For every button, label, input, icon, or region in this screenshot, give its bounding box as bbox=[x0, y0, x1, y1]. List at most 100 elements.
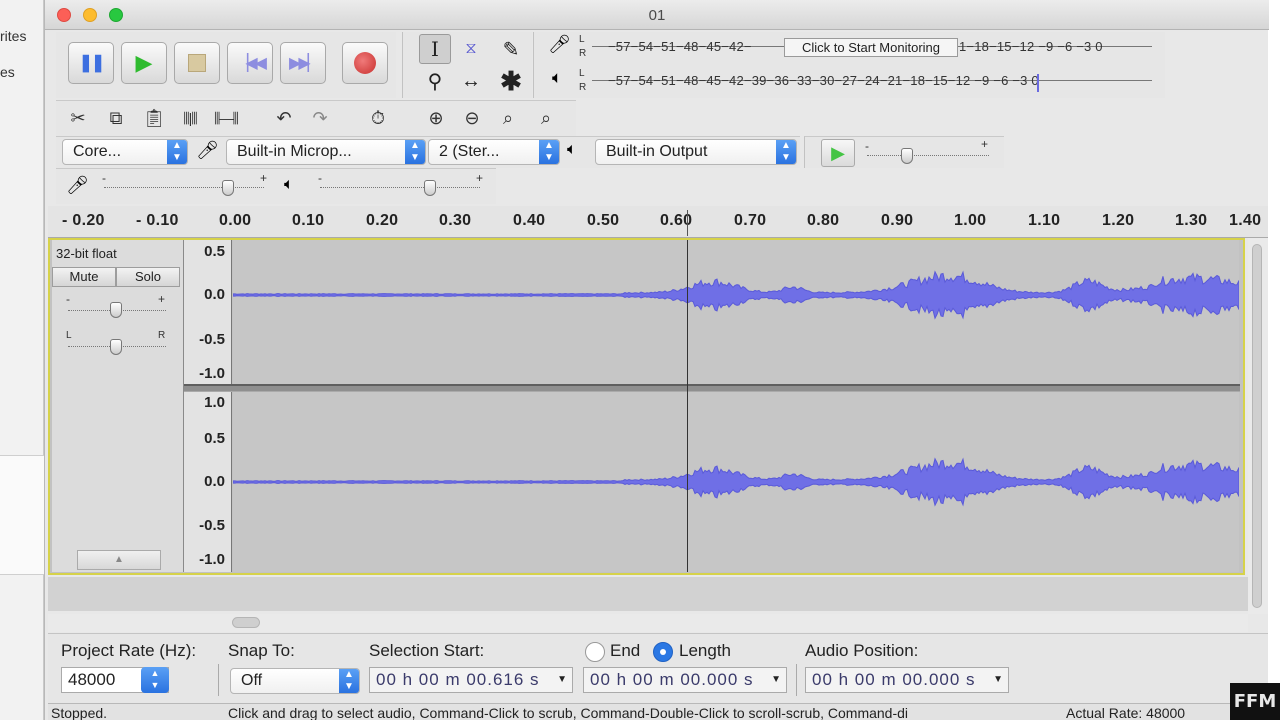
channel-2-scale[interactable]: 1.0 0.5 0.0 -0.5 -1.0 bbox=[184, 392, 232, 572]
ruler-tick: 0.70 bbox=[734, 212, 767, 229]
audio-host-select[interactable]: Core... ▲ ▼ bbox=[62, 139, 188, 165]
playback-device-select[interactable]: Built-in Output ▲ ▼ bbox=[595, 139, 797, 165]
playback-device-value: Built-in Output bbox=[606, 143, 708, 160]
snap-to-label: Snap To: bbox=[228, 641, 295, 660]
recording-device-select[interactable]: Built-in Microp... ▲ ▼ bbox=[226, 139, 426, 165]
silence-button[interactable]: ⫼—⫼ bbox=[210, 103, 242, 133]
copy-button[interactable]: ⧉ bbox=[100, 103, 132, 133]
scissors-icon: ✂ bbox=[70, 107, 86, 128]
snap-to-select[interactable]: Off ▲ ▼ bbox=[230, 668, 360, 694]
stop-icon bbox=[188, 54, 206, 72]
recording-device-value: Built-in Microp... bbox=[237, 143, 352, 160]
fit-project-icon: ⌕ bbox=[540, 107, 552, 128]
pan-left-label: L bbox=[66, 330, 72, 341]
undo-icon: ↶ bbox=[276, 107, 292, 128]
slider-min-label: - bbox=[865, 139, 869, 153]
solo-button[interactable]: Solo bbox=[116, 267, 180, 287]
channel-1-scale[interactable]: 0.5 0.0 -0.5 -1.0 bbox=[184, 240, 232, 384]
screen: rites es 01 ❚❚ ▶ ▕◀◀ ▶▶▏ I ⧖ ✎ ⚲ ↔ ✱ 🎤︎ … bbox=[0, 0, 1280, 720]
chevron-updown-icon: ▲ ▼ bbox=[339, 669, 359, 693]
trim-button[interactable]: ⫼|⫼ bbox=[174, 103, 206, 133]
empty-track-area[interactable] bbox=[48, 577, 1248, 611]
speaker-icon: 🔈︎ bbox=[567, 141, 577, 158]
timer-icon: ⏱︎ bbox=[370, 107, 386, 128]
skip-to-start-button[interactable]: ▕◀◀ bbox=[227, 42, 273, 84]
play-at-speed-button[interactable]: ▶ bbox=[821, 139, 855, 167]
speed-slider-thumb[interactable] bbox=[901, 148, 913, 164]
pan-slider-thumb[interactable] bbox=[110, 339, 122, 355]
playback-volume-thumb[interactable] bbox=[424, 180, 436, 196]
paste-button[interactable]: 📋︎ bbox=[138, 103, 170, 133]
ruler-tick: - 0.10 bbox=[136, 212, 179, 229]
project-rate-input[interactable]: 48000 ▲ ▼ bbox=[61, 667, 169, 693]
envelope-tool[interactable]: ⧖ bbox=[455, 34, 487, 64]
recording-volume-thumb[interactable] bbox=[222, 180, 234, 196]
meter-channel-label: L bbox=[579, 34, 585, 45]
recording-channels-select[interactable]: 2 (Ster... ▲ ▼ bbox=[428, 139, 560, 165]
window-title: 01 bbox=[648, 7, 666, 24]
timeline-ruler[interactable]: - 0.20 - 0.10 0.00 0.10 0.20 0.30 0.40 0… bbox=[48, 206, 1268, 238]
audio-host-value: Core... bbox=[73, 143, 122, 160]
end-radio[interactable] bbox=[585, 642, 605, 662]
scale-label: 0.5 bbox=[204, 243, 225, 260]
gain-plus-label: + bbox=[158, 292, 166, 306]
status-hint: Click and drag to select audio, Command-… bbox=[228, 705, 909, 720]
track-control-panel[interactable]: 32-bit float Mute Solo - + L R ▲ bbox=[52, 240, 184, 572]
record-icon bbox=[354, 52, 376, 74]
ruler-tick: 1.40 bbox=[1229, 212, 1262, 229]
play-button[interactable]: ▶ bbox=[121, 42, 167, 84]
waveform-channel-2[interactable] bbox=[232, 392, 1240, 572]
selection-tool[interactable]: I bbox=[419, 34, 451, 64]
zoom-tool[interactable]: ⚲ bbox=[419, 66, 451, 96]
undo-button[interactable]: ↶ bbox=[268, 103, 300, 133]
scale-label: -0.5 bbox=[199, 331, 225, 348]
length-radio[interactable] bbox=[653, 642, 673, 662]
sidebar-fragment[interactable]: es bbox=[0, 64, 15, 80]
cut-button[interactable]: ✂ bbox=[62, 103, 94, 133]
record-button[interactable] bbox=[342, 42, 388, 84]
chevron-updown-icon: ▲ ▼ bbox=[167, 140, 187, 164]
zoom-out-button[interactable]: ⊖ bbox=[456, 103, 488, 133]
playback-volume-slider[interactable] bbox=[320, 187, 480, 188]
gain-slider-thumb[interactable] bbox=[110, 302, 122, 318]
multi-tool[interactable]: ✱ bbox=[495, 66, 527, 96]
slider-min-label: - bbox=[318, 171, 322, 185]
pan-right-label: R bbox=[158, 330, 166, 341]
fit-selection-button[interactable]: ⌕ bbox=[492, 103, 524, 133]
waveform-channel-1[interactable] bbox=[232, 240, 1240, 384]
sync-lock-button[interactable]: ⏱︎ bbox=[362, 103, 394, 133]
skip-to-end-button[interactable]: ▶▶▏ bbox=[280, 42, 326, 84]
double-arrow-icon: ↔ bbox=[461, 69, 481, 92]
selection-start-field[interactable]: 00 h 00 m 00.616 s ▼ bbox=[369, 667, 573, 693]
collapse-track-button[interactable]: ▲ bbox=[77, 550, 161, 570]
playback-meter-scale: −57−54−51−48−45−42−39−36−33−30−27−24−21−… bbox=[608, 73, 1039, 88]
selection-length-field[interactable]: 00 h 00 m 00.000 s ▼ bbox=[583, 667, 787, 693]
scale-label: 1.0 bbox=[204, 394, 225, 411]
chevron-updown-icon: ▲ ▼ bbox=[405, 140, 425, 164]
vertical-scrollbar-thumb[interactable] bbox=[1252, 244, 1262, 608]
background-right bbox=[1268, 0, 1280, 720]
selection-start-value: 00 h 00 m 00.616 s bbox=[376, 670, 540, 689]
zoom-in-button[interactable]: ⊕ bbox=[420, 103, 452, 133]
stop-button[interactable] bbox=[174, 42, 220, 84]
scale-label: 0.0 bbox=[204, 473, 225, 490]
i-beam-icon: I bbox=[431, 37, 439, 61]
horizontal-scrollbar[interactable] bbox=[48, 614, 1248, 632]
sidebar-fragment[interactable]: rites bbox=[0, 28, 26, 44]
speed-slider-track[interactable] bbox=[867, 155, 989, 156]
audio-position-field[interactable]: 00 h 00 m 00.000 s ▼ bbox=[805, 667, 1009, 693]
recording-volume-slider[interactable] bbox=[104, 187, 264, 188]
copy-icon: ⧉ bbox=[109, 107, 123, 128]
time-shift-tool[interactable]: ↔ bbox=[455, 66, 487, 96]
pause-button[interactable]: ❚❚ bbox=[68, 42, 114, 84]
mute-button[interactable]: Mute bbox=[52, 267, 116, 287]
fit-project-button[interactable]: ⌕ bbox=[530, 103, 562, 133]
speaker-meter-icon: 🔈︎ bbox=[552, 68, 563, 87]
snap-to-value: Off bbox=[241, 672, 263, 689]
start-monitoring-button[interactable]: Click to Start Monitoring bbox=[784, 38, 958, 57]
transport-toolbar: ❚❚ ▶ ▕◀◀ ▶▶▏ bbox=[56, 32, 396, 98]
redo-button[interactable]: ↷ bbox=[304, 103, 336, 133]
draw-tool[interactable]: ✎ bbox=[495, 34, 527, 64]
horizontal-scrollbar-thumb[interactable] bbox=[232, 617, 260, 628]
ruler-tick: 0.10 bbox=[292, 212, 325, 229]
